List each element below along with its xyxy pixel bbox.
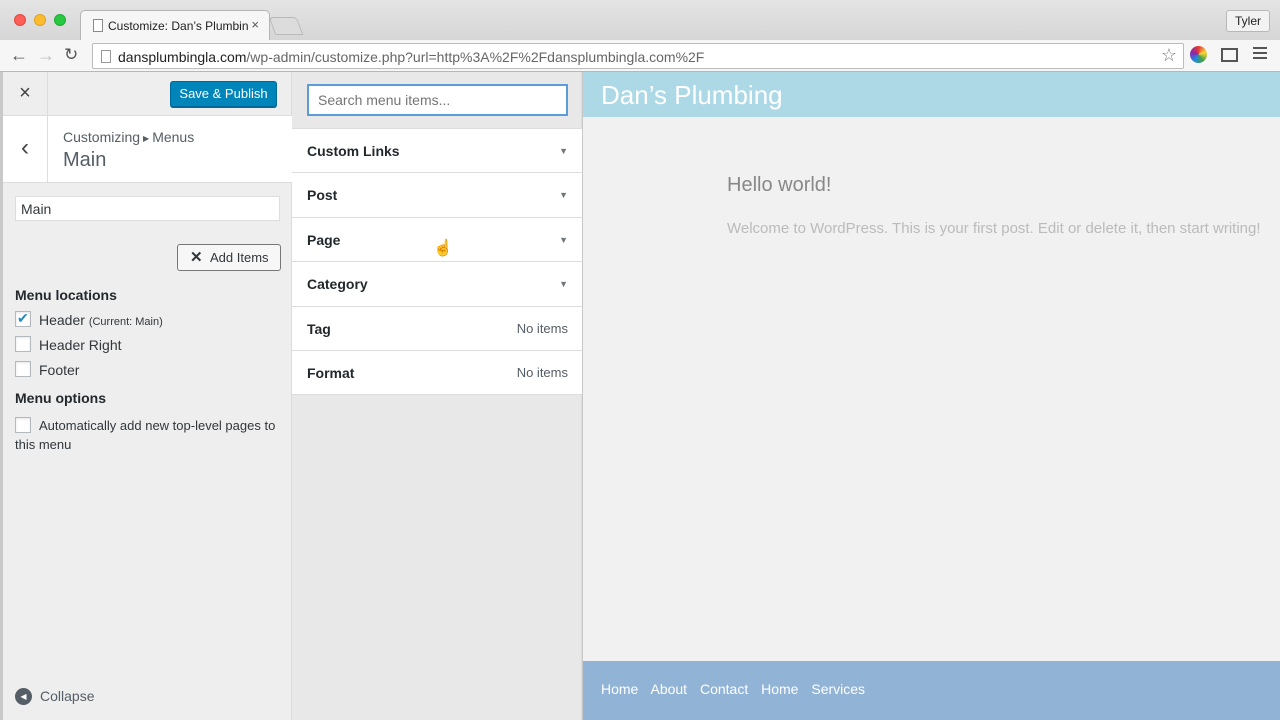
- location-footer-row[interactable]: Footer: [15, 361, 80, 379]
- post-title[interactable]: Hello world!: [727, 174, 831, 197]
- footer-link-services[interactable]: Services: [811, 681, 865, 697]
- footer-link-about[interactable]: About: [650, 681, 687, 697]
- no-items-status: No items: [516, 364, 568, 380]
- accordion-label: Custom Links: [307, 143, 400, 159]
- accordion-label: Category: [307, 276, 368, 293]
- browser-menu-icon[interactable]: [1253, 47, 1267, 62]
- window-minimize-button[interactable]: [34, 14, 46, 26]
- location-header-right-checkbox[interactable]: [15, 336, 31, 353]
- bookmark-star-icon[interactable]: ☆: [1161, 45, 1177, 66]
- tab-close-icon[interactable]: ×: [251, 17, 259, 32]
- breadcrumb-parent: Customizing: [63, 129, 141, 145]
- location-footer-checkbox[interactable]: [15, 361, 31, 378]
- customizer-header: × Save & Publish: [3, 72, 292, 116]
- back-arrow-icon[interactable]: ←: [10, 45, 28, 65]
- accordion-label: Page: [307, 231, 341, 248]
- cast-extension-icon[interactable]: [1221, 48, 1238, 62]
- browser-tab-strip: Customize: Dan’s Plumbing × Tyler: [0, 0, 1280, 40]
- location-header-row[interactable]: Header (Current: Main): [15, 310, 163, 329]
- location-label: Header: [39, 312, 85, 328]
- accordion-tag: Tag No items: [292, 306, 582, 351]
- page-icon: [93, 19, 103, 32]
- location-note: (Current: Main): [88, 316, 163, 328]
- collapse-arrow-icon: ◀: [15, 687, 32, 705]
- breadcrumb: Customizing ▶ Menus: [63, 129, 194, 145]
- auto-add-pages-row[interactable]: Automatically add new top-level pages to…: [15, 416, 285, 454]
- location-label: Header Right: [39, 337, 122, 353]
- chevron-down-icon: ▼: [559, 146, 568, 156]
- color-picker-extension-icon[interactable]: [1190, 46, 1207, 63]
- menu-locations-heading: Menu locations: [15, 287, 117, 303]
- url-path: /wp-admin/customize.php?url=http%3A%2F%2…: [246, 49, 705, 65]
- profile-button[interactable]: Tyler: [1225, 10, 1270, 32]
- accordion-format: Format No items: [292, 350, 582, 396]
- add-items-label: Add Items: [210, 250, 269, 265]
- menu-name-input[interactable]: [15, 196, 280, 221]
- breadcrumb-child: Menus: [152, 129, 195, 145]
- accordion-label: Post: [307, 187, 338, 204]
- chevron-down-icon: ▼: [559, 279, 568, 290]
- location-header-right-row[interactable]: Header Right: [15, 336, 122, 354]
- footer-link-contact[interactable]: Contact: [700, 681, 748, 697]
- tab-title: Customize: Dan’s Plumbing: [108, 19, 248, 33]
- close-icon[interactable]: ×: [3, 72, 48, 116]
- site-title[interactable]: Dan’s Plumbing: [601, 80, 783, 111]
- caret-right-icon: ▶: [143, 133, 150, 143]
- footer-link-home[interactable]: Home: [601, 681, 638, 697]
- accordion-custom-links[interactable]: Custom Links ▼: [292, 129, 582, 174]
- footer-link-home-2[interactable]: Home: [761, 681, 798, 697]
- forward-arrow-icon[interactable]: →: [37, 45, 55, 65]
- post-excerpt: Welcome to WordPress. This is your first…: [727, 220, 1261, 237]
- browser-tab[interactable]: Customize: Dan’s Plumbing ×: [80, 10, 270, 40]
- accordion-label: Format: [307, 364, 355, 381]
- url-text[interactable]: dansplumbingla.com/wp-admin/customize.ph…: [118, 49, 704, 65]
- chevron-down-icon: ▼: [559, 190, 568, 201]
- accordion-post[interactable]: Post ▼: [292, 173, 582, 218]
- auto-add-pages-label: Automatically add new top-level pages to…: [15, 418, 276, 452]
- collapse-label: Collapse: [40, 688, 95, 704]
- url-host: dansplumbingla.com: [118, 49, 247, 65]
- section-header: ‹ Customizing ▶ Menus Main: [3, 116, 292, 183]
- menu-options-heading: Menu options: [15, 390, 106, 406]
- page-icon: [101, 50, 111, 63]
- site-header: Dan’s Plumbing: [583, 72, 1280, 117]
- location-label: Footer: [39, 362, 80, 378]
- save-publish-button[interactable]: Save & Publish: [170, 81, 277, 107]
- footer-menu: Home About Contact Home Services: [601, 681, 874, 697]
- browser-toolbar: ← → ↻ dansplumbingla.com/wp-admin/custom…: [0, 40, 1280, 72]
- no-items-status: No items: [516, 320, 568, 336]
- site-footer: Home About Contact Home Services: [583, 661, 1280, 720]
- add-items-button[interactable]: ✕ Add Items: [177, 244, 281, 271]
- auto-add-pages-checkbox[interactable]: [15, 416, 31, 433]
- menu-item-type-list: Custom Links ▼ Post ▼ Page ▼ Category ▼ …: [292, 128, 582, 396]
- accordion-label: Tag: [307, 320, 331, 337]
- customizer-sidebar: × Save & Publish ‹ Customizing ▶ Menus Mai…: [3, 72, 292, 720]
- address-bar[interactable]: dansplumbingla.com/wp-admin/customize.ph…: [92, 43, 1184, 69]
- location-header-checkbox[interactable]: [15, 310, 31, 328]
- chevron-down-icon: ▼: [559, 234, 568, 245]
- back-chevron-icon[interactable]: ‹: [3, 116, 48, 183]
- close-x-icon: ✕: [190, 249, 203, 266]
- new-tab-button[interactable]: [268, 17, 304, 35]
- window-maximize-button[interactable]: [54, 14, 66, 26]
- accordion-category[interactable]: Category ▼: [292, 262, 582, 307]
- site-preview: Dan’s Plumbing Hello world! Welcome to W…: [583, 72, 1280, 720]
- window-close-button[interactable]: [14, 14, 26, 26]
- reload-icon[interactable]: ↻: [64, 45, 78, 65]
- section-title: Main: [63, 149, 107, 171]
- hand-cursor-icon: ☝: [433, 240, 453, 257]
- available-menu-items-panel: Custom Links ▼ Post ▼ Page ▼ Category ▼ …: [292, 72, 582, 720]
- collapse-button[interactable]: ◀ Collapse: [15, 687, 95, 706]
- search-menu-items-input[interactable]: [307, 84, 568, 116]
